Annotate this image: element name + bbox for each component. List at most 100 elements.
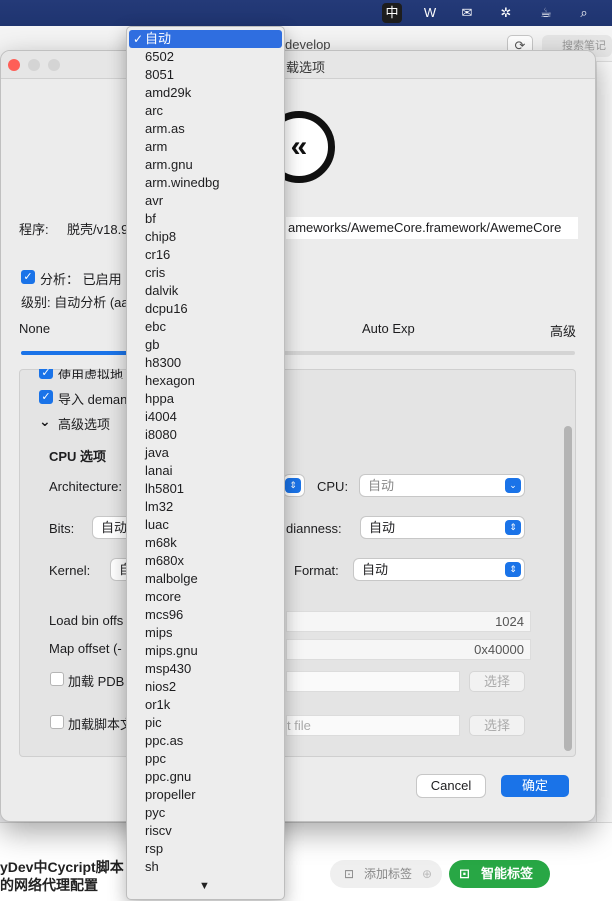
article-title[interactable]: yDev中Cycript脚本 的网络代理配置 [0, 858, 124, 894]
endianness-value: 自动 [369, 520, 396, 535]
load-pdb-checkbox[interactable] [50, 672, 64, 686]
arch-menu-item[interactable]: mcs96 [127, 606, 284, 624]
arch-menu-item[interactable]: arm.winedbg [127, 174, 284, 192]
arch-menu-item[interactable]: propeller [127, 786, 284, 804]
arch-menu-item[interactable]: pic [127, 714, 284, 732]
arch-menu-item[interactable]: hppa [127, 390, 284, 408]
arch-menu-item[interactable]: m68k [127, 534, 284, 552]
smart-tag-button[interactable]: ⊡ 智能标签 [449, 860, 550, 888]
arch-menu-item[interactable]: ebc [127, 318, 284, 336]
arch-menu-item[interactable]: m680x [127, 552, 284, 570]
arch-menu-item[interactable]: ppc.gnu [127, 768, 284, 786]
arch-menu-item[interactable]: arm [127, 138, 284, 156]
arch-menu-item[interactable]: 8051 [127, 66, 284, 84]
arch-menu-item[interactable]: lanai [127, 462, 284, 480]
arch-menu-item-label: cr16 [145, 247, 171, 262]
arch-menu-item[interactable]: pyc [127, 804, 284, 822]
arch-menu-item[interactable]: i4004 [127, 408, 284, 426]
arch-menu-item[interactable]: java [127, 444, 284, 462]
arch-menu-item-label: dcpu16 [145, 301, 188, 316]
arch-menu-item[interactable]: arc [127, 102, 284, 120]
arch-menu-item[interactable]: cr16 [127, 246, 284, 264]
arch-menu-item[interactable]: chip8 [127, 228, 284, 246]
options-scrollbar[interactable] [564, 426, 572, 751]
arch-menu-item[interactable]: arm.gnu [127, 156, 284, 174]
arch-menu-item-label: m680x [145, 553, 185, 568]
arch-menu-item[interactable]: mcore [127, 588, 284, 606]
arch-menu-item[interactable]: msp430 [127, 660, 284, 678]
arch-menu-item[interactable]: ppc [127, 750, 284, 768]
load-script-checkbox[interactable] [50, 715, 64, 729]
arch-menu-item-label: ppc.as [145, 733, 184, 748]
cancel-button[interactable]: Cancel [417, 775, 485, 797]
minimize-window-button[interactable] [28, 59, 40, 71]
arch-menu-item[interactable]: lm32 [127, 498, 284, 516]
architecture-popup[interactable]: ⇕ [284, 475, 304, 496]
program-value-left: 脱壳/v18.9 [67, 222, 129, 237]
bits-label: Bits: [49, 521, 75, 536]
arch-menu-item[interactable]: mips.gnu [127, 642, 284, 660]
arch-menu-item[interactable]: arm.as [127, 120, 284, 138]
arch-menu-item[interactable]: dcpu16 [127, 300, 284, 318]
map-offset-label: Map offset (- [49, 641, 122, 656]
spotlight-icon[interactable]: ⌕ [574, 3, 594, 23]
zoom-window-button[interactable] [48, 59, 60, 71]
arch-menu-item-label: sh [145, 859, 159, 874]
program-path-field[interactable]: ameworks/AwemeCore.framework/AwemeCore [286, 217, 578, 239]
arch-menu-item[interactable]: 6502 [127, 48, 284, 66]
slider-right-label: 高级 [550, 324, 577, 339]
load-bin-offset-field[interactable]: 1024 [286, 611, 531, 632]
arch-menu-item[interactable]: malbolge [127, 570, 284, 588]
program-label: 程序: [19, 222, 49, 237]
arch-menu-item[interactable]: sh [127, 858, 284, 876]
wechat-icon[interactable]: ✉ [457, 3, 477, 23]
arch-menu-item[interactable]: bf [127, 210, 284, 228]
arch-menu-item[interactable]: or1k [127, 696, 284, 714]
input-method-icon[interactable]: 中 [382, 3, 402, 23]
map-offset-field[interactable]: 0x40000 [286, 639, 531, 660]
use-vaddr-checkbox[interactable]: ✓ [39, 368, 53, 379]
arch-menu-item-label: or1k [145, 697, 171, 712]
ok-button[interactable]: 确定 [501, 775, 569, 797]
analysis-checkbox[interactable]: ✓ [21, 270, 35, 284]
arch-menu-item-label: lm32 [145, 499, 174, 514]
arch-menu-item[interactable]: rsp [127, 840, 284, 858]
wps-icon[interactable]: W [420, 3, 440, 23]
arch-menu-item-label: pyc [145, 805, 166, 820]
cpu-popup[interactable]: 自动 ⌄ [360, 475, 524, 496]
scroll-down-arrow-icon[interactable]: ▼ [199, 880, 210, 892]
cpu-value: 自动 [368, 478, 395, 493]
arch-menu-item[interactable]: nios2 [127, 678, 284, 696]
pdb-choose-button[interactable]: 选择 [469, 671, 525, 692]
arch-menu-item[interactable]: mips [127, 624, 284, 642]
arch-menu-item[interactable]: amd29k [127, 84, 284, 102]
arch-menu-item-label: arm.gnu [145, 157, 193, 172]
arch-menu-item[interactable]: avr [127, 192, 284, 210]
close-window-button[interactable] [8, 59, 20, 71]
chevron-down-icon[interactable]: ⌄ [39, 413, 51, 430]
arch-menu-item[interactable]: h8300 [127, 354, 284, 372]
cup-icon[interactable]: ☕ [536, 3, 556, 23]
arch-menu-item[interactable]: ppc.as [127, 732, 284, 750]
architecture-dropdown-menu: ✓ 自动 6502 8051 amd29k arc arm.as arm arm.gnu arm.… [126, 26, 285, 900]
format-popup[interactable]: 自动 ⇕ [354, 559, 524, 580]
arch-menu-item-label: arc [145, 103, 164, 118]
arch-menu-item[interactable]: ✓ 自动 [129, 30, 282, 48]
arch-menu-item[interactable]: riscv [127, 822, 284, 840]
import-checkbox[interactable]: ✓ [39, 390, 53, 404]
arch-menu-item[interactable]: lh5801 [127, 480, 284, 498]
arch-menu-item-label: malbolge [145, 571, 198, 586]
endianness-popup[interactable]: 自动 ⇕ [361, 517, 524, 538]
script-choose-button[interactable]: 选择 [469, 715, 525, 736]
arch-menu-item[interactable]: hexagon [127, 372, 284, 390]
arch-menu-item[interactable]: gb [127, 336, 284, 354]
arch-menu-item[interactable]: dalvik [127, 282, 284, 300]
script-path-field[interactable]: t file [286, 715, 460, 736]
arch-menu-item[interactable]: i8080 [127, 426, 284, 444]
snowflake-icon[interactable]: ✲ [496, 3, 516, 23]
cpu-section-title: CPU 选项 [49, 449, 107, 464]
arch-menu-item[interactable]: luac [127, 516, 284, 534]
arch-menu-item[interactable]: cris [127, 264, 284, 282]
pdb-path-field[interactable] [286, 671, 460, 692]
add-tag-button[interactable]: ⊡ 添加标签 ⊕ [330, 860, 442, 888]
